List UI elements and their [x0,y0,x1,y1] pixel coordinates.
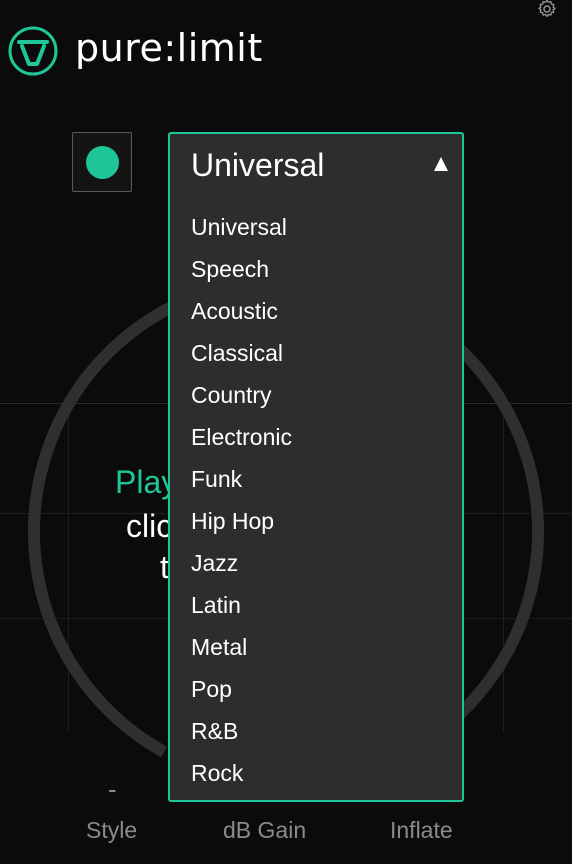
style-dropdown[interactable]: Universal Universal Speech Acoustic Clas… [168,132,464,802]
dropdown-option[interactable]: Metal [170,626,462,668]
dropdown-selected-value[interactable]: Universal [191,146,324,184]
dropdown-option[interactable]: Country [170,374,462,416]
meter-message-line2: clic [126,508,173,544]
dropdown-option[interactable]: Funk [170,458,462,500]
style-label: Style [86,817,138,843]
dropdown-option[interactable]: Universal [170,206,462,248]
dropdown-options: Universal Speech Acoustic Classical Coun… [170,206,462,794]
inflate-label: Inflate [390,817,453,843]
pure-logo-icon [8,26,58,76]
style-value[interactable]: - [108,774,117,805]
dropdown-option[interactable]: Electronic [170,416,462,458]
gear-icon[interactable] [536,0,558,20]
app-title: pure:limit [75,26,263,70]
gain-label: dB Gain [223,817,307,843]
dropdown-option[interactable]: Jazz [170,542,462,584]
dropdown-option[interactable]: R&B [170,710,462,752]
dropdown-option[interactable]: Classical [170,332,462,374]
dropdown-option[interactable]: Rock [170,752,462,794]
caret-up-icon[interactable] [434,157,448,171]
power-indicator [86,146,119,179]
dropdown-option[interactable]: Pop [170,668,462,710]
dropdown-option[interactable]: Latin [170,584,462,626]
power-toggle[interactable] [72,132,132,192]
dropdown-option[interactable]: Acoustic [170,290,462,332]
dropdown-option[interactable]: Hip Hop [170,500,462,542]
dropdown-option[interactable]: Speech [170,248,462,290]
